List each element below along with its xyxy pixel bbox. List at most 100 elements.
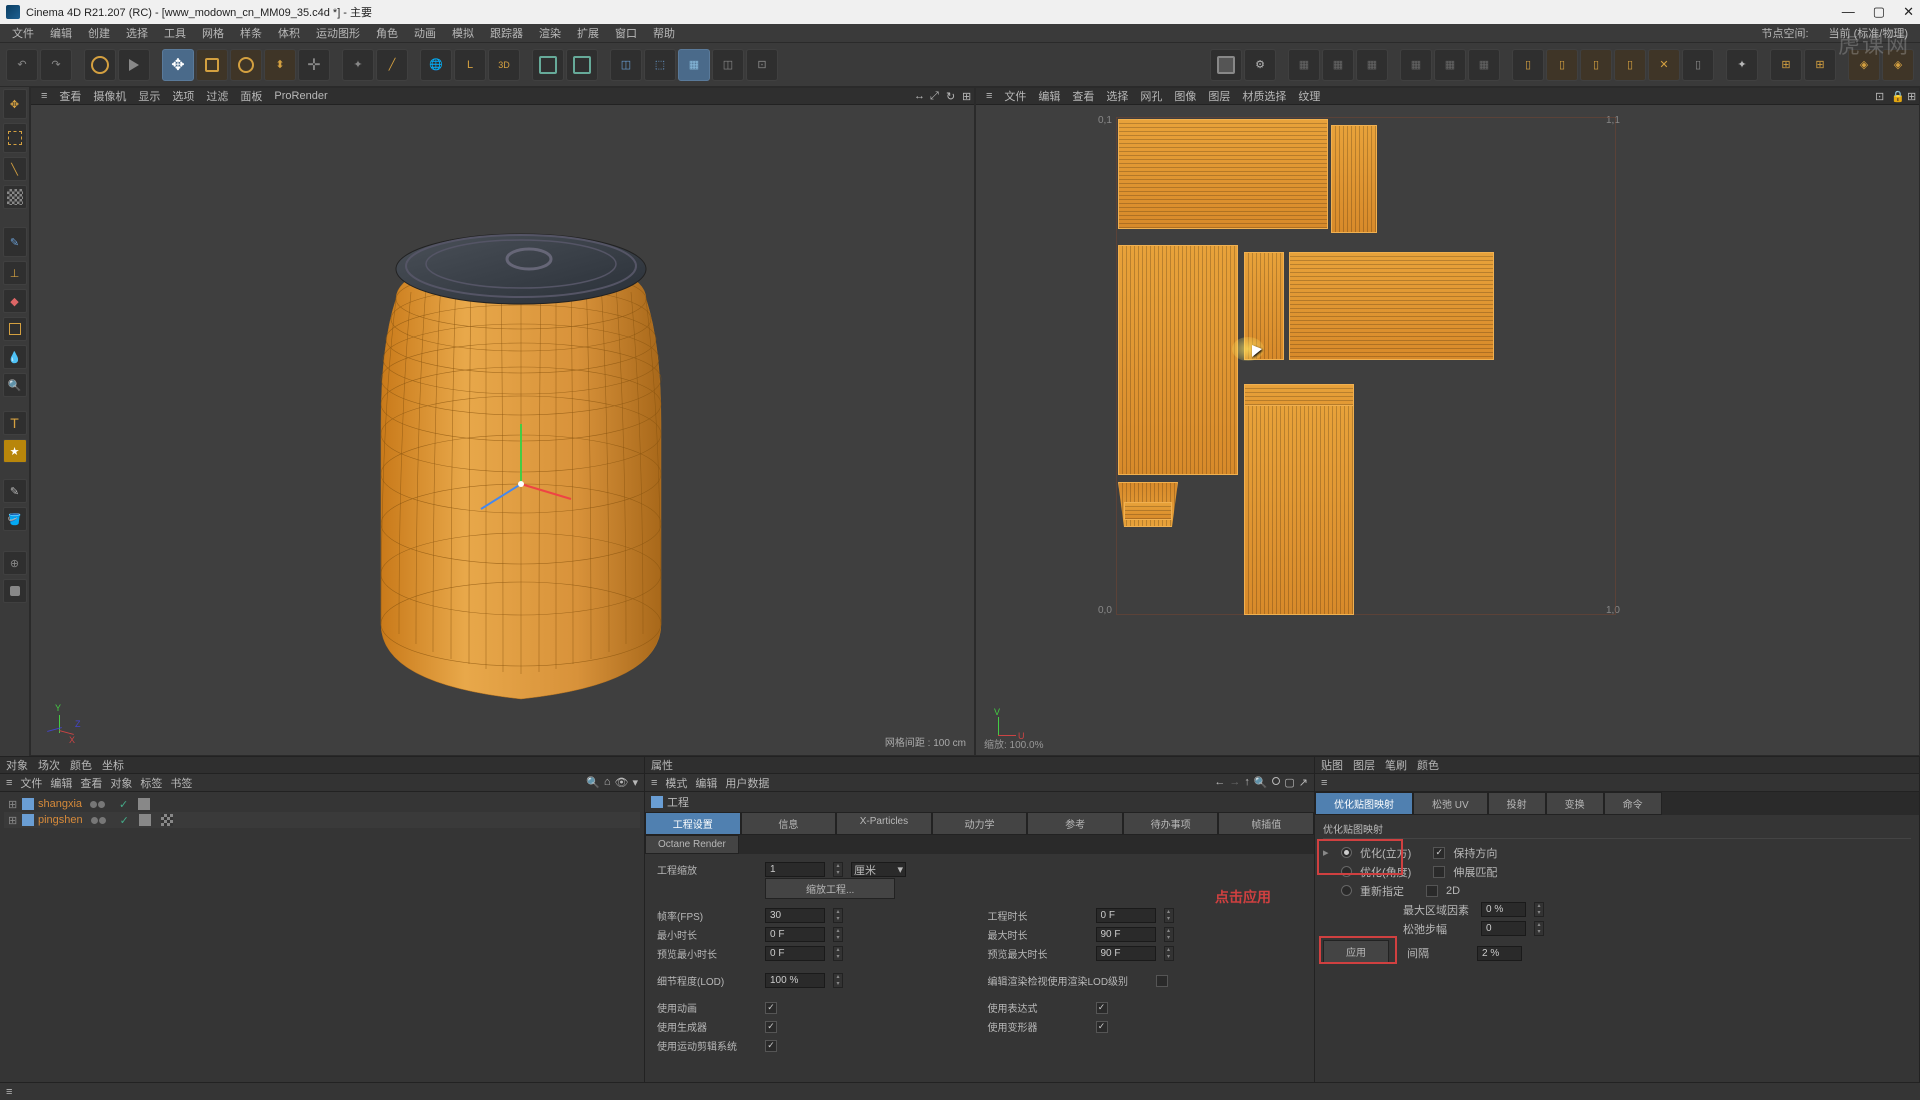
min-time-input[interactable] xyxy=(765,927,825,942)
proj-time-input[interactable] xyxy=(1096,908,1156,923)
lod-input[interactable] xyxy=(765,973,825,988)
check-2d[interactable] xyxy=(1426,885,1438,897)
workplane-mode[interactable] xyxy=(3,185,27,209)
menu-tools[interactable]: 工具 xyxy=(156,25,194,41)
uv-select[interactable]: 选择 xyxy=(1100,88,1134,104)
eyedropper-tool[interactable]: ✎ xyxy=(3,479,27,503)
nav-search-icon[interactable]: 🔍 xyxy=(1254,776,1268,789)
uv-layer[interactable]: 图层 xyxy=(1202,88,1236,104)
uv-view[interactable]: 查看 xyxy=(1066,88,1100,104)
scale-tool[interactable] xyxy=(196,49,228,81)
menu-create[interactable]: 创建 xyxy=(80,25,118,41)
cube-solid[interactable]: ▦ xyxy=(678,49,710,81)
tab-interp[interactable]: 帧插值 xyxy=(1218,812,1314,835)
live-select-tool[interactable] xyxy=(84,49,116,81)
align-5[interactable]: ✕ xyxy=(1648,49,1680,81)
menu-render[interactable]: 渲染 xyxy=(531,25,569,41)
mode-1[interactable]: ⊞ xyxy=(1770,49,1802,81)
scale-input[interactable] xyxy=(765,862,825,877)
preview-min-input[interactable] xyxy=(765,946,825,961)
uv-island[interactable] xyxy=(1244,405,1354,615)
axis-tool-3d[interactable]: 3D xyxy=(488,49,520,81)
align-1[interactable]: ▯ xyxy=(1512,49,1544,81)
menu-character[interactable]: 角色 xyxy=(368,25,406,41)
uv-tab-brush[interactable]: 笔刷 xyxy=(1385,757,1407,773)
uv-island[interactable] xyxy=(1124,502,1172,520)
filter-icon[interactable]: ▾ xyxy=(632,776,638,789)
tab-project-settings[interactable]: 工程设置 xyxy=(645,812,741,835)
menu-file[interactable]: 文件 xyxy=(4,25,42,41)
uv-texture[interactable]: 纹理 xyxy=(1292,88,1326,104)
close-button[interactable]: ✕ xyxy=(1903,4,1914,20)
obj-tab-color[interactable]: 颜色 xyxy=(70,757,92,773)
render-view[interactable] xyxy=(532,49,564,81)
model-mode[interactable]: ✥ xyxy=(3,89,27,119)
obj-tab-coord[interactable]: 坐标 xyxy=(102,757,124,773)
max-time-input[interactable] xyxy=(1096,927,1156,942)
gap-input[interactable] xyxy=(1477,946,1522,961)
nav-lock-icon[interactable]: ⭘ xyxy=(1272,776,1281,789)
menu-extensions[interactable]: 扩展 xyxy=(569,25,607,41)
vp-nav-4[interactable]: ⊞ xyxy=(956,90,970,103)
align-4[interactable]: ▯ xyxy=(1614,49,1646,81)
tab-reference[interactable]: 参考 xyxy=(1027,812,1123,835)
uv-nav-1[interactable]: ⊡ xyxy=(1869,90,1883,103)
preview-max-input[interactable] xyxy=(1096,946,1156,961)
recent-tool[interactable]: ⬍ xyxy=(264,49,296,81)
fill-tool[interactable]: 🪣 xyxy=(3,507,27,531)
menu-mograph[interactable]: 运动图形 xyxy=(308,25,368,41)
menu-help[interactable]: 帮助 xyxy=(645,25,683,41)
uv-tag-icon[interactable] xyxy=(139,814,151,826)
snap-5[interactable]: ▦ xyxy=(1434,49,1466,81)
tab-octane[interactable]: Octane Render xyxy=(645,835,739,854)
uv-edit[interactable]: 编辑 xyxy=(1032,88,1066,104)
obj-edit[interactable]: 编辑 xyxy=(50,775,72,791)
tab-dynamics[interactable]: 动力学 xyxy=(932,812,1028,835)
hamburger-icon[interactable]: ≡ xyxy=(35,90,53,102)
tab-relax-uv[interactable]: 松弛 UV xyxy=(1413,792,1488,815)
eye-icon[interactable]: 👁 xyxy=(615,776,629,789)
nav-up-icon[interactable]: ↑ xyxy=(1244,776,1250,789)
collapse-tool-2[interactable] xyxy=(3,579,27,603)
polygon-mode[interactable]: ◆ xyxy=(3,289,27,313)
3d-viewport[interactable]: ≡ 查看 摄像机 显示 选项 过滤 面板 ProRender ↔ ⤢ ↻ ⊞ 透… xyxy=(30,87,975,756)
cube-wireframe[interactable]: ⬚ xyxy=(644,49,676,81)
uv-island[interactable] xyxy=(1331,125,1377,233)
vp-nav-1[interactable]: ↔ xyxy=(908,90,922,103)
radio-reassign[interactable] xyxy=(1341,885,1352,896)
nav-fwd-icon[interactable]: → xyxy=(1229,776,1240,789)
render-region[interactable] xyxy=(566,49,598,81)
snap-2[interactable]: ▦ xyxy=(1322,49,1354,81)
use-gen-check[interactable] xyxy=(765,1021,777,1033)
minimize-button[interactable]: — xyxy=(1842,4,1855,20)
obj-tags[interactable]: 标签 xyxy=(140,775,162,791)
obj-tab-takes[interactable]: 场次 xyxy=(38,757,60,773)
cube-lines[interactable]: ⊡ xyxy=(746,49,778,81)
uv-matsel[interactable]: 材质选择 xyxy=(1236,88,1292,104)
tab-todo[interactable]: 待办事项 xyxy=(1123,812,1219,835)
fps-input[interactable] xyxy=(765,908,825,923)
search-icon[interactable]: 🔍 xyxy=(586,776,600,789)
uv-file[interactable]: 文件 xyxy=(998,88,1032,104)
use-expr-check[interactable] xyxy=(1096,1002,1108,1014)
mode-2[interactable]: ⊞ xyxy=(1804,49,1836,81)
nav-back-icon[interactable]: ← xyxy=(1214,776,1225,789)
attr-edit[interactable]: 编辑 xyxy=(695,775,717,791)
attr-mode[interactable]: 模式 xyxy=(665,775,687,791)
obj-tab-objects[interactable]: 对象 xyxy=(6,757,28,773)
tab-transform[interactable]: 变换 xyxy=(1546,792,1604,815)
object-mode[interactable] xyxy=(3,123,27,153)
checker-tag-icon[interactable] xyxy=(161,814,173,826)
uv-viewport[interactable]: ≡ 文件 编辑 查看 选择 网孔 图像 图层 材质选择 纹理 ⊡ 🔒 ⊞ 纹理U… xyxy=(975,87,1920,756)
place-tool[interactable]: ✛ xyxy=(298,49,330,81)
menu-window[interactable]: 窗口 xyxy=(607,25,645,41)
hamburger-icon[interactable]: ≡ xyxy=(651,777,657,789)
check-stretch[interactable] xyxy=(1433,866,1445,878)
render-settings[interactable] xyxy=(1210,49,1242,81)
obj-bookmarks[interactable]: 书签 xyxy=(170,775,192,791)
vp-panel[interactable]: 面板 xyxy=(234,88,268,104)
vp-options[interactable]: 选项 xyxy=(166,88,200,104)
relax-step-input[interactable] xyxy=(1481,921,1526,936)
uv-tab-layer[interactable]: 图层 xyxy=(1353,757,1375,773)
star-tool[interactable]: ★ xyxy=(3,439,27,463)
